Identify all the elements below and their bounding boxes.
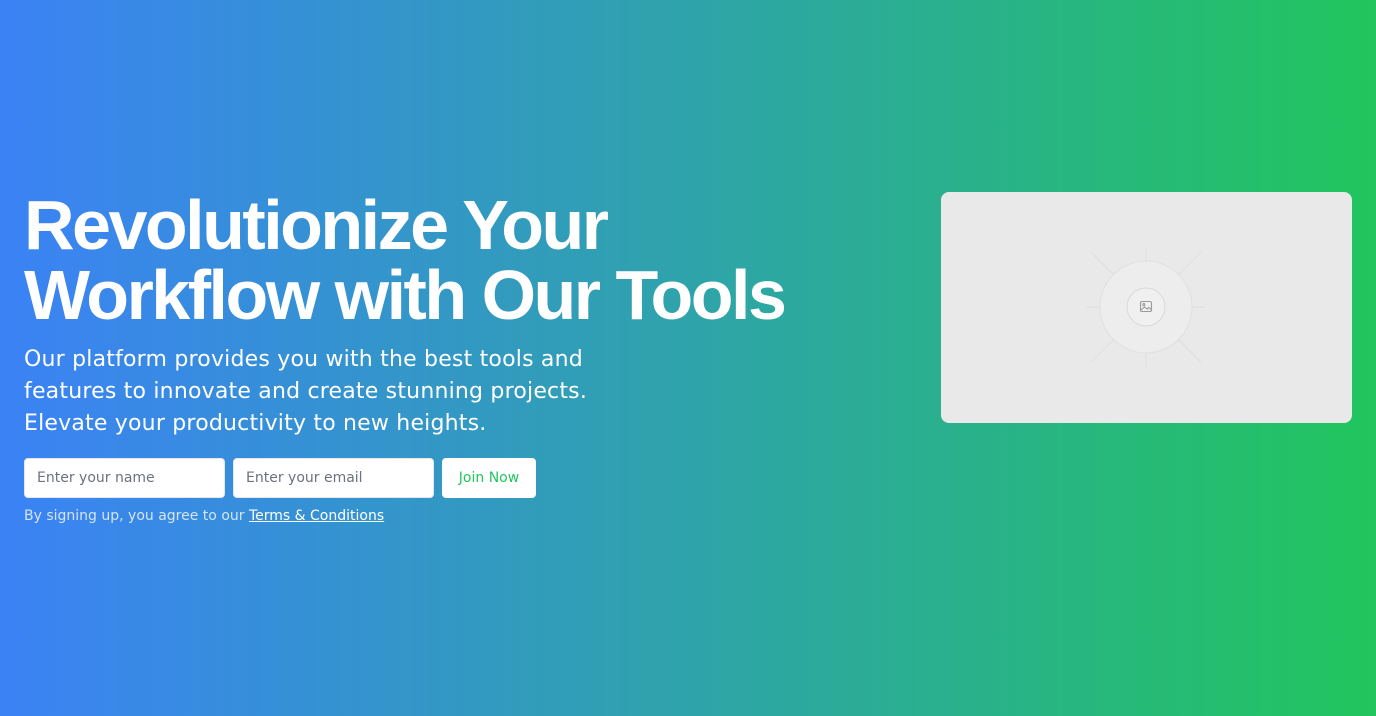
- hero-headline: Revolutionize Your Workflow with Our Too…: [24, 190, 884, 330]
- terms-link[interactable]: Terms & Conditions: [249, 508, 384, 524]
- join-now-button[interactable]: Join Now: [442, 458, 536, 498]
- email-input[interactable]: [233, 458, 434, 498]
- name-input[interactable]: [24, 458, 225, 498]
- signup-form: Join Now: [24, 458, 884, 498]
- hero-subtext: Our platform provides you with the best …: [24, 347, 588, 436]
- placeholder-graphic: [1086, 247, 1206, 367]
- hero-image-placeholder: [941, 192, 1352, 423]
- terms-notice: By signing up, you agree to our Terms & …: [24, 508, 884, 524]
- terms-prefix: By signing up, you agree to our: [24, 508, 249, 524]
- headline-line-1: Revolutionize Your: [24, 186, 609, 264]
- hero-section: Revolutionize Your Workflow with Our Too…: [24, 190, 884, 524]
- headline-line-2: Workflow with Our Tools: [24, 256, 787, 334]
